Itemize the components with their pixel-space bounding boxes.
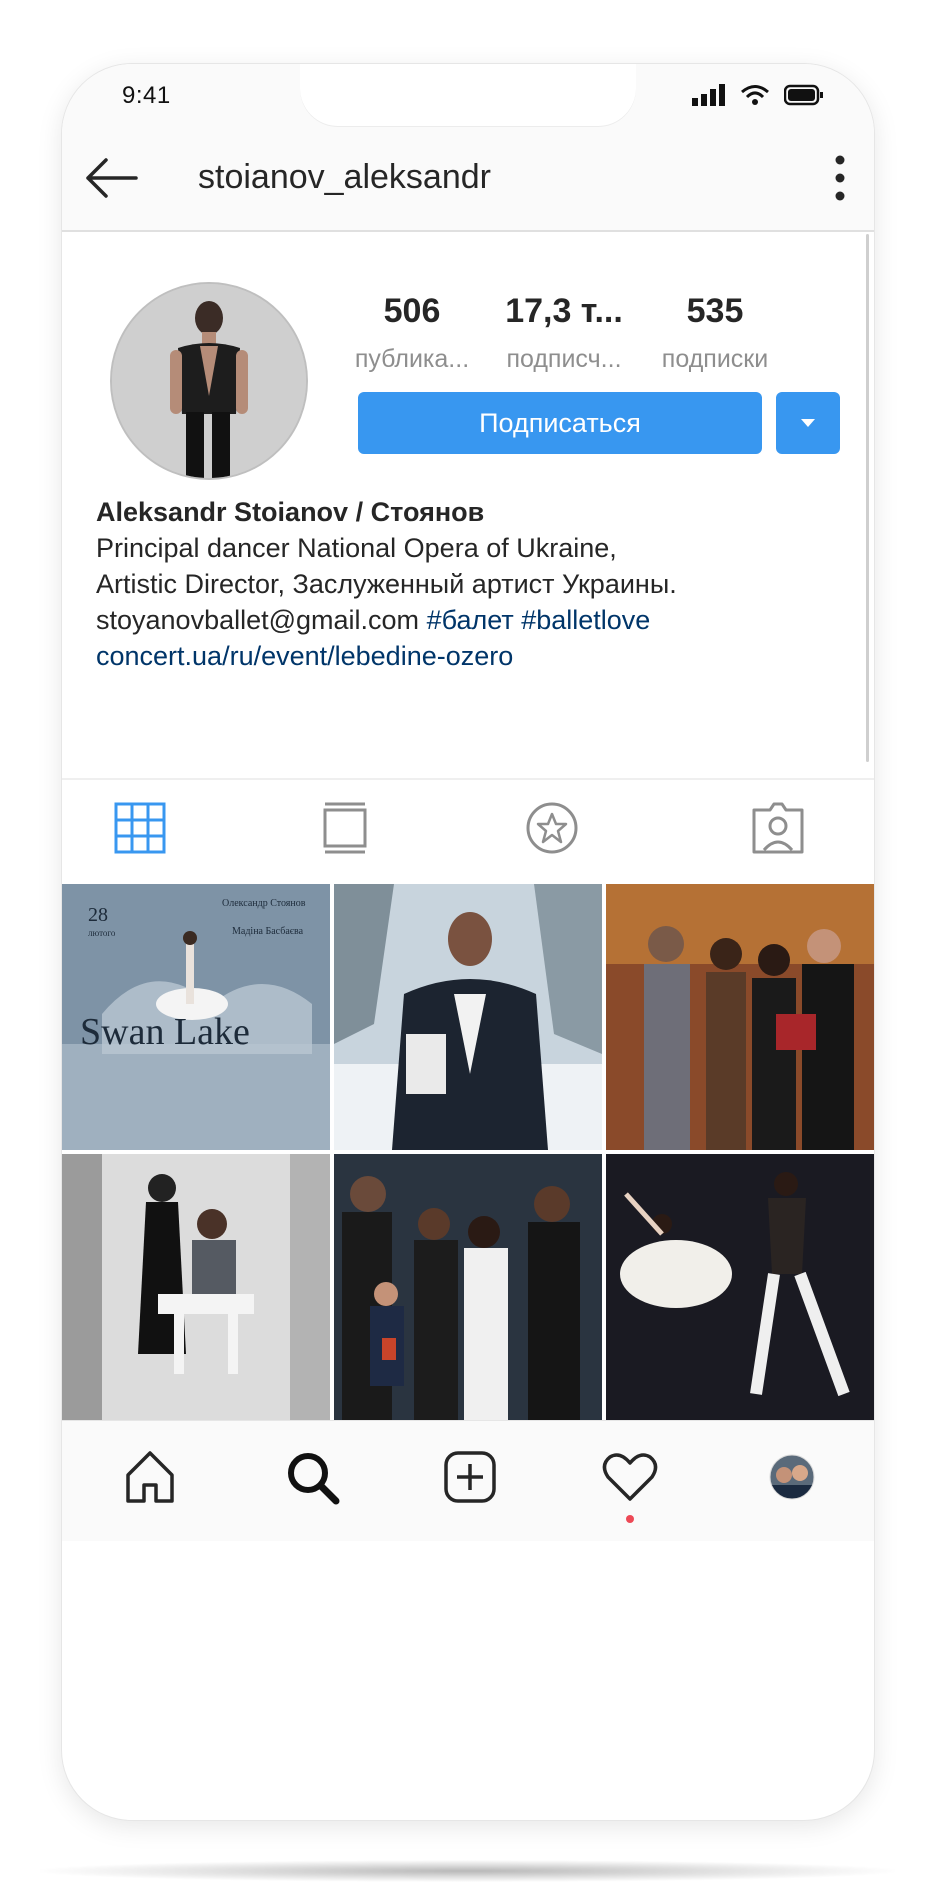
profile-bio: Aleksandr Stoianov / Стоянов Principal d… bbox=[96, 494, 856, 674]
status-icons bbox=[692, 84, 824, 111]
bio-line-2: Artistic Director, Заслуженный артист Ук… bbox=[96, 569, 677, 599]
battery-icon bbox=[783, 84, 824, 111]
feed-icon bbox=[323, 802, 367, 854]
more-options-icon[interactable] bbox=[828, 152, 852, 204]
activity-notification-dot bbox=[626, 1515, 634, 1523]
stat-followers-label: подписч... bbox=[506, 345, 622, 373]
stat-posts-label: публика... bbox=[354, 345, 470, 373]
nav-activity[interactable] bbox=[600, 1447, 660, 1507]
post-overlay-names-2: Мадіна Басбаєва bbox=[232, 926, 304, 937]
tab-feed[interactable] bbox=[317, 800, 373, 856]
heart-icon bbox=[602, 1453, 658, 1501]
phone-frame: 9:41 stoianov_aleksandr 506 публика... 1… bbox=[62, 64, 874, 1820]
stat-posts[interactable]: 506 публика... bbox=[332, 292, 492, 374]
profile-header: stoianov_aleksandr bbox=[62, 126, 874, 232]
bio-hashtag-balletlove[interactable]: #balletlove bbox=[521, 605, 650, 635]
bio-hashtag-ballet[interactable]: #балет bbox=[427, 605, 514, 635]
profile-avatar-icon bbox=[769, 1454, 815, 1500]
posts-grid: 28 лютого Олександр Стоянов Мадіна Басба… bbox=[62, 884, 874, 1420]
header-username: stoianov_aleksandr bbox=[198, 158, 491, 196]
profile-stats: 506 публика... 17,3 т... подписч... 535 … bbox=[352, 292, 852, 392]
tab-grid[interactable] bbox=[112, 800, 168, 856]
caret-down-icon bbox=[801, 419, 815, 427]
nav-profile[interactable] bbox=[762, 1447, 822, 1507]
post-overlay-names: Олександр Стоянов bbox=[222, 898, 306, 909]
stat-followers-value: 17,3 т... bbox=[505, 292, 623, 330]
post-overlay-title: Swan Lake bbox=[80, 1011, 250, 1053]
follow-button[interactable]: Подписаться bbox=[358, 392, 762, 454]
search-icon bbox=[288, 1453, 340, 1505]
scrollbar bbox=[866, 234, 869, 762]
status-time: 9:41 bbox=[122, 82, 171, 109]
bottom-navigation bbox=[62, 1420, 874, 1541]
nav-home[interactable] bbox=[120, 1447, 180, 1507]
profile-avatar[interactable] bbox=[110, 282, 308, 480]
back-arrow-icon[interactable] bbox=[82, 154, 138, 202]
post-thumbnail[interactable] bbox=[62, 1154, 330, 1420]
stat-following[interactable]: 535 подписки bbox=[635, 292, 795, 374]
tab-igtv[interactable] bbox=[524, 800, 580, 856]
bio-website-link[interactable]: concert.ua/ru/event/lebedine-ozero bbox=[96, 638, 856, 674]
nav-new-post[interactable] bbox=[440, 1447, 500, 1507]
post-overlay-date: 28 bbox=[88, 904, 108, 926]
phone-notch bbox=[300, 64, 636, 126]
home-icon bbox=[126, 1451, 174, 1503]
wifi-icon bbox=[740, 84, 770, 111]
device-floor-shadow bbox=[40, 1860, 895, 1882]
tagged-person-icon bbox=[752, 802, 804, 854]
post-thumbnail[interactable] bbox=[606, 884, 874, 1150]
bio-line-3: stoyanovballet@gmail.com #балет #balletl… bbox=[96, 602, 856, 638]
bio-full-name: Aleksandr Stoianov / Стоянов bbox=[96, 497, 485, 527]
add-post-icon bbox=[444, 1451, 496, 1503]
star-circle-icon bbox=[526, 802, 578, 854]
post-thumbnail[interactable] bbox=[606, 1154, 874, 1420]
tab-tagged[interactable] bbox=[750, 800, 806, 856]
nav-search[interactable] bbox=[282, 1447, 342, 1507]
bio-line-1: Principal dancer National Opera of Ukrai… bbox=[96, 533, 617, 563]
grid-icon bbox=[114, 802, 166, 854]
post-thumbnail[interactable] bbox=[334, 1154, 602, 1420]
post-thumbnail[interactable] bbox=[334, 884, 602, 1150]
stat-posts-value: 506 bbox=[383, 292, 441, 330]
profile-section: 506 публика... 17,3 т... подписч... 535 … bbox=[62, 232, 874, 782]
stat-following-value: 535 bbox=[686, 292, 744, 330]
signal-icon bbox=[692, 84, 726, 111]
stat-following-label: подписки bbox=[661, 345, 769, 373]
profile-tabs bbox=[62, 778, 874, 884]
bio-email: stoyanovballet@gmail.com bbox=[96, 605, 420, 635]
stat-followers[interactable]: 17,3 т... подписч... bbox=[484, 292, 644, 374]
suggestions-dropdown-button[interactable] bbox=[776, 392, 840, 454]
post-overlay-month: лютого bbox=[88, 928, 116, 938]
post-thumbnail[interactable]: 28 лютого Олександр Стоянов Мадіна Басба… bbox=[62, 884, 330, 1150]
